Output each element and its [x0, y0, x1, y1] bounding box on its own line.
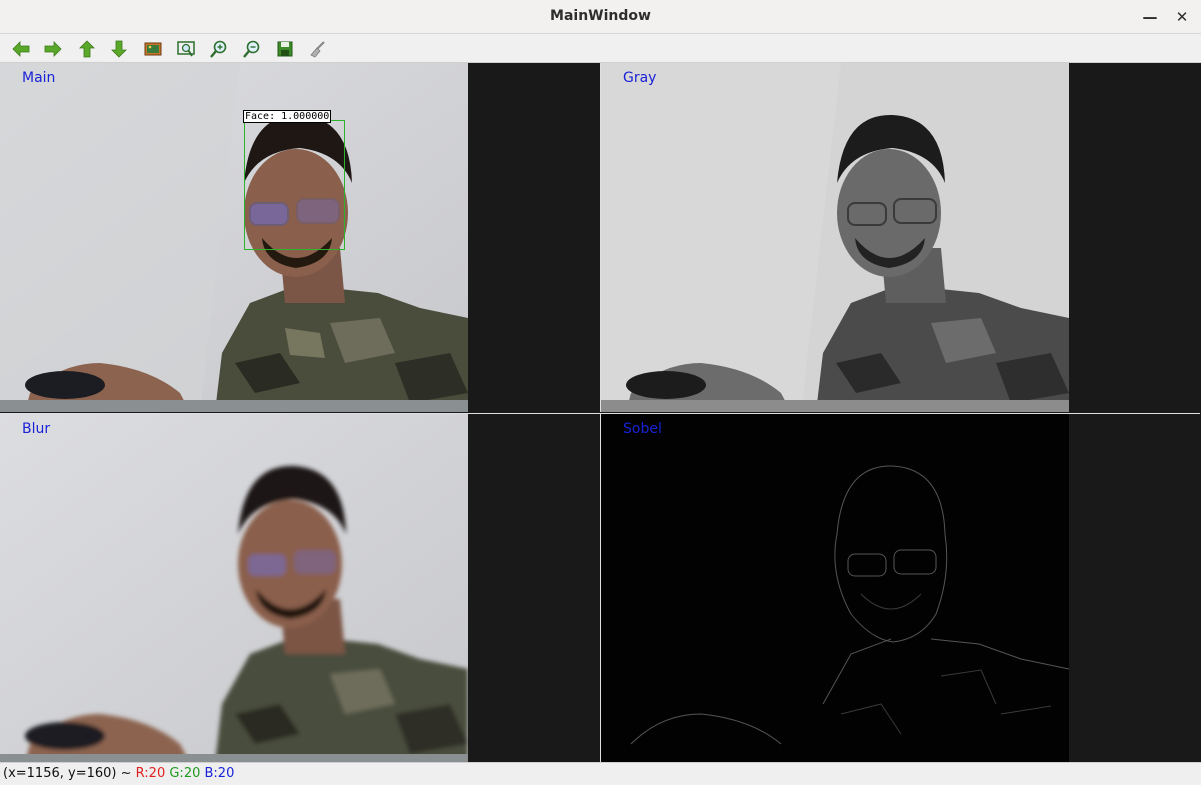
pane-label-gray: Gray — [623, 70, 657, 86]
zoom-out-icon — [243, 40, 260, 58]
status-coords: (x=1156, y=160) ~ — [3, 766, 132, 781]
blur-view[interactable]: Blur — [0, 413, 600, 762]
arrow-right-icon — [44, 41, 62, 57]
save-button[interactable] — [274, 38, 296, 60]
pane-label-main: Main — [22, 70, 56, 86]
zoom-fit-icon — [177, 41, 195, 57]
sobel-view[interactable]: Sobel — [600, 413, 1200, 762]
image-icon — [144, 42, 162, 56]
status-blue-value: B:20 — [204, 766, 235, 781]
minimize-button[interactable]: — — [1138, 5, 1162, 29]
main-frame — [0, 63, 468, 412]
face-detection-box — [244, 120, 345, 250]
properties-button[interactable] — [307, 38, 329, 60]
pan-left-button[interactable] — [10, 38, 32, 60]
blur-frame — [0, 414, 468, 762]
webcam-main-image — [0, 63, 468, 412]
zoom-in-icon — [210, 40, 227, 58]
arrow-left-icon — [12, 41, 30, 57]
pan-right-button[interactable] — [42, 38, 64, 60]
zoom-in-button[interactable] — [208, 38, 230, 60]
arrow-up-icon — [79, 40, 95, 58]
gray-view[interactable]: Gray — [600, 63, 1200, 412]
title-bar[interactable]: MainWindow — ✕ — [0, 0, 1201, 34]
zoom-original-button[interactable] — [142, 38, 164, 60]
main-window: MainWindow — ✕ Main Face: 1.000000 Gray … — [0, 0, 1201, 785]
status-bar: (x=1156, y=160) ~ R:20 G:20 B:20 — [0, 762, 1201, 785]
webcam-blur-image — [0, 414, 468, 762]
brush-icon — [310, 41, 325, 58]
image-grid: Main Face: 1.000000 Gray Blur Sobel — [0, 63, 1201, 762]
save-icon — [277, 41, 293, 57]
face-confidence-label: Face: 1.000000 — [243, 110, 332, 123]
pan-down-button[interactable] — [108, 38, 130, 60]
window-title: MainWindow — [550, 8, 651, 24]
pane-label-blur: Blur — [22, 421, 51, 437]
status-green-value: G:20 — [169, 766, 201, 781]
zoom-out-button[interactable] — [241, 38, 263, 60]
status-red-value: R:20 — [135, 766, 166, 781]
sobel-frame — [601, 414, 1069, 762]
pane-label-sobel: Sobel — [623, 421, 662, 437]
webcam-sobel-image — [601, 414, 1069, 762]
close-button[interactable]: ✕ — [1170, 5, 1194, 29]
pan-up-button[interactable] — [76, 38, 98, 60]
webcam-gray-image — [601, 63, 1069, 412]
gray-frame — [601, 63, 1069, 412]
main-view[interactable]: Main Face: 1.000000 — [0, 63, 600, 412]
toolbar — [0, 35, 1201, 63]
zoom-fit-button[interactable] — [175, 38, 197, 60]
arrow-down-icon — [111, 40, 127, 58]
